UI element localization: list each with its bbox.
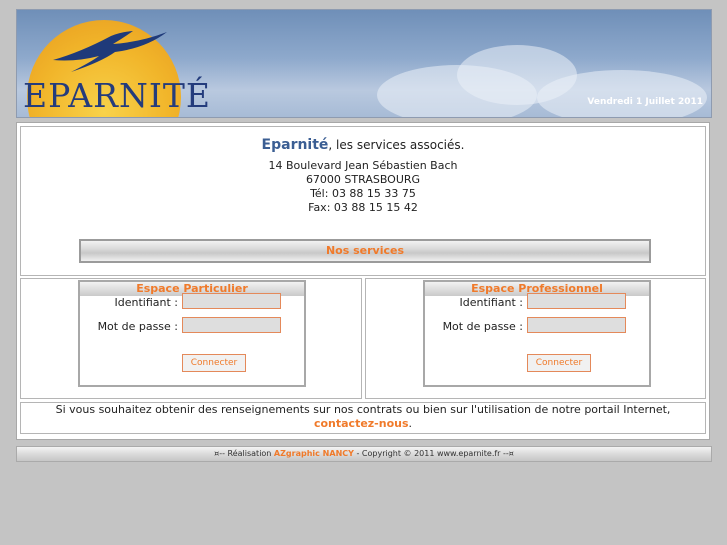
professionnel-identifiant-input[interactable] [527,293,626,309]
logo-text: EPARNITÉ [23,76,211,115]
professionnel-connect-button[interactable]: Connecter [527,354,591,372]
footer: ¤-- Réalisation AZgraphic NANCY - Copyri… [16,446,712,462]
contact-link[interactable]: contactez-nous [314,417,409,430]
password-label: Mot de passe : [442,320,523,333]
contact-note: Si vous souhaitez obtenir des renseignem… [20,402,706,434]
intro-title: Eparnité, les services associés. [21,135,705,155]
contact-note-end: . [408,417,413,430]
professionnel-password-input[interactable] [527,317,626,333]
address-line2: 67000 STRASBOURG [305,173,421,186]
particulier-password-input[interactable] [182,317,281,333]
current-date: Vendredi 1 Juillet 2011 [587,97,703,107]
professionnel-section: Espace Professionnel Identifiant : Mot d… [365,278,706,399]
footer-suffix: - Copyright © 2011 www.eparnite.fr --¤ [353,449,514,458]
identifiant-label: Identifiant : [459,296,524,309]
address-line1: 14 Boulevard Jean Sébastien Bach [268,159,458,172]
tagline: , les services associés. [328,138,465,152]
professionnel-login-panel: Espace Professionnel Identifiant : Mot d… [423,280,651,387]
particulier-section: Espace Particulier Identifiant : Mot de … [20,278,362,399]
contact-note-link-line: contactez-nous. [21,417,705,431]
footer-prefix: ¤-- Réalisation [214,449,274,458]
azgraphic-link[interactable]: AZgraphic NANCY [274,449,354,458]
dancer-logo-icon [53,31,167,72]
identifiant-label: Identifiant : [114,296,179,309]
phone: Tél: 03 88 15 33 75 [310,187,416,200]
intro-box: Eparnité, les services associés. 14 Boul… [20,126,706,276]
brand-name: Eparnité [261,137,329,153]
header-banner: EPARNITÉ Vendredi 1 Juillet 2011 [16,9,712,118]
password-label: Mot de passe : [97,320,178,333]
particulier-identifiant-input[interactable] [182,293,281,309]
contact-note-text: Si vous souhaitez obtenir des renseignem… [55,403,671,416]
cloud-shape [537,70,707,117]
particulier-login-panel: Espace Particulier Identifiant : Mot de … [78,280,306,387]
nos-services-button[interactable]: Nos services [79,239,651,263]
main-content: Eparnité, les services associés. 14 Boul… [16,122,710,440]
particulier-connect-button[interactable]: Connecter [182,354,246,372]
fax: Fax: 03 88 15 15 42 [308,201,418,214]
